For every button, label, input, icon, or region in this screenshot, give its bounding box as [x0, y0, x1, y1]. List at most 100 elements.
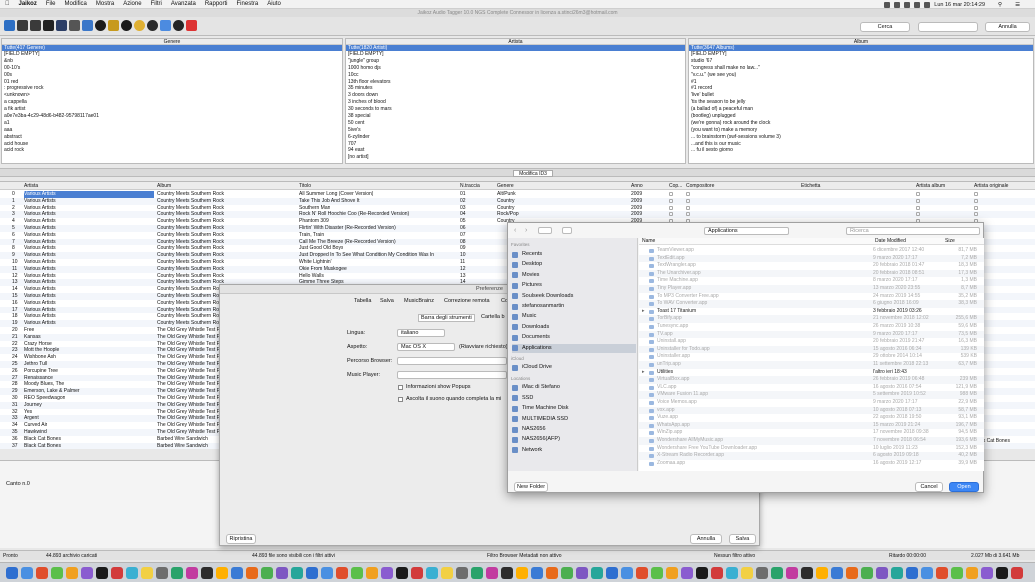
tab-musicbrainz[interactable]: MusicBrainz: [404, 298, 434, 304]
sidebar-item[interactable]: MULTIMEDIA SSD: [512, 415, 636, 424]
cell-checkbox[interactable]: [974, 192, 978, 196]
browser-item[interactable]: : progressive rock: [2, 85, 342, 92]
sidebar-item[interactable]: Recents: [512, 250, 636, 259]
col-genre[interactable]: Genere: [497, 183, 514, 189]
menu-action[interactable]: Azione: [123, 1, 141, 7]
file-row[interactable]: VMware Fusion 11.app 5 settembre 2019 10:…: [639, 391, 984, 399]
dock-app-icon[interactable]: [36, 567, 48, 579]
dock-app-icon[interactable]: [606, 567, 618, 579]
control-center-icon[interactable]: ☰: [1015, 2, 1020, 8]
browser-item[interactable]: (we're gonna) rock around the clock: [689, 120, 1033, 127]
file-row[interactable]: TextEdit.app 9 marzo 2020 17:17 7,2 MB: [639, 254, 984, 263]
sidebar-item[interactable]: SSD: [512, 394, 636, 403]
prefs-save-button[interactable]: Salva: [729, 534, 756, 544]
volume-icon[interactable]: [894, 1, 901, 8]
genre-browser[interactable]: Genere Tutte(417 Genere) [FIELD EMPTY] &n…: [1, 38, 343, 164]
cancel-button[interactable]: Annulla: [985, 22, 1030, 32]
menu-view[interactable]: Mostra: [96, 1, 114, 7]
play-icon[interactable]: [43, 20, 54, 31]
browser-item[interactable]: studio '67: [689, 58, 1033, 65]
file-row[interactable]: Uninstaller.app 29 ottobre 2014 10:14 539 …: [639, 353, 984, 361]
browser-item[interactable]: a fik artist: [2, 106, 342, 113]
dock-app-icon[interactable]: [621, 567, 633, 579]
col-artist[interactable]: Artista: [24, 183, 38, 189]
col-title[interactable]: Titolo: [299, 183, 311, 189]
dock-app-icon[interactable]: [126, 567, 138, 579]
dock-app-icon[interactable]: [891, 567, 903, 579]
file-row[interactable]: TeamViewer.app 6 dicembre 2017 12:40 81,7 …: [639, 247, 984, 255]
dock-app-icon[interactable]: [816, 567, 828, 579]
menu-advanced[interactable]: Avanzata: [171, 1, 196, 7]
cd-icon[interactable]: [121, 20, 132, 31]
cell-checkbox[interactable]: [686, 192, 690, 196]
dock-app-icon[interactable]: [711, 567, 723, 579]
file-row[interactable]: Uninstaller for Todo.app 15 agosto 2016 0…: [639, 345, 984, 354]
browser-item[interactable]: (a ballad of) a peaceful man: [689, 106, 1033, 113]
sidebar-item[interactable]: Downloads: [512, 323, 636, 332]
file-row[interactable]: Vuze.app 22 agosto 2018 19:50 93,1 MB: [639, 414, 984, 422]
forward-icon[interactable]: [30, 20, 41, 31]
table-row[interactable]: 0 Various Artists Country Meets Southern R…: [0, 191, 1035, 198]
dock-app-icon[interactable]: [876, 567, 888, 579]
dock-app-icon[interactable]: [651, 567, 663, 579]
menu-edit[interactable]: Modifica: [65, 1, 87, 7]
dock-app-icon[interactable]: [861, 567, 873, 579]
browser-item[interactable]: acid house: [2, 141, 342, 148]
dock-app-icon[interactable]: [171, 567, 183, 579]
dock-app-icon[interactable]: [156, 567, 168, 579]
col-size[interactable]: Size: [945, 238, 955, 244]
browser-path-input[interactable]: [397, 357, 507, 365]
browser-item[interactable]: 'live' bullet: [689, 92, 1033, 99]
cell-checkbox[interactable]: [686, 212, 690, 217]
col-original-artist[interactable]: Artista originale: [974, 183, 1008, 189]
sidebar-item[interactable]: Time Machine Disk: [512, 404, 636, 413]
tab-folder[interactable]: Cartella b: [481, 314, 505, 320]
dock-app-icon[interactable]: [216, 567, 228, 579]
dock-app-icon[interactable]: [141, 567, 153, 579]
browser-item[interactable]: 35 minutes: [346, 85, 685, 92]
reset-button[interactable]: Ripristina: [226, 534, 256, 544]
col-cover[interactable]: Cop...: [669, 183, 682, 189]
cell-checkbox[interactable]: [974, 212, 978, 217]
dock-app-icon[interactable]: [801, 567, 813, 579]
disclosure-icon[interactable]: ▸: [642, 369, 645, 377]
browser-item[interactable]: 1000 homo djs: [346, 65, 685, 72]
file-row[interactable]: VLC.app 16 agosto 2016 07:54 121,9 MB: [639, 384, 984, 392]
sidebar-item[interactable]: Desktop: [512, 260, 636, 269]
record-icon[interactable]: [173, 20, 184, 31]
dock-app-icon[interactable]: [741, 567, 753, 579]
dock-app-icon[interactable]: [306, 567, 318, 579]
browser-item[interactable]: acid rock: [2, 147, 342, 154]
file-row[interactable]: TV.app 9 marzo 2020 17:17 73,5 MB: [639, 330, 984, 339]
musicbrainz-icon[interactable]: [134, 20, 145, 31]
file-row[interactable]: Tiny Player.app 13 marzo 2020 23:55 8,7 MB: [639, 285, 984, 293]
dock-app-icon[interactable]: [66, 567, 78, 579]
browser-item[interactable]: ... to brainstorm (swf-sessions volume 3…: [689, 134, 1033, 141]
dock-app-icon[interactable]: [786, 567, 798, 579]
file-row[interactable]: Voice Memos.app 9 marzo 2020 17:17 22,9 MB: [639, 399, 984, 407]
sidebar-item[interactable]: Applications: [512, 343, 636, 353]
browser-item[interactable]: 'tis the season to be jelly: [689, 99, 1033, 106]
search-input[interactable]: [918, 22, 978, 32]
cell-checkbox[interactable]: [974, 205, 978, 210]
dock-app-icon[interactable]: [921, 567, 933, 579]
browser-item[interactable]: 00s: [2, 72, 342, 79]
browser-item[interactable]: 707: [346, 141, 685, 148]
dock-app-icon[interactable]: [666, 567, 678, 579]
location-popup[interactable]: Applications: [704, 227, 789, 235]
col-album-artist[interactable]: Artista album: [916, 183, 945, 189]
prefs-cancel-button[interactable]: Annulla: [690, 534, 722, 544]
dock-app-icon[interactable]: [381, 567, 393, 579]
dock-app-icon[interactable]: [996, 567, 1008, 579]
sidebar-item[interactable]: Pictures: [512, 281, 636, 290]
browser-item[interactable]: "jungle" group: [346, 58, 685, 65]
dock-app-icon[interactable]: [486, 567, 498, 579]
apple-icon[interactable]: : [5, 1, 10, 7]
file-row[interactable]: vox.app 10 agosto 2018 07:13 58,7 MB: [639, 406, 984, 415]
time-machine-icon[interactable]: [924, 1, 931, 8]
browser-item[interactable]: 5ive's: [346, 127, 685, 134]
sidebar-item[interactable]: stefanosanmartin: [512, 302, 636, 311]
browser-item[interactable]: ... fu il sesto giorno: [689, 147, 1033, 154]
browser-item[interactable]: [FIELD EMPTY]: [346, 51, 685, 58]
menu-app[interactable]: Jaikoz: [19, 1, 37, 7]
